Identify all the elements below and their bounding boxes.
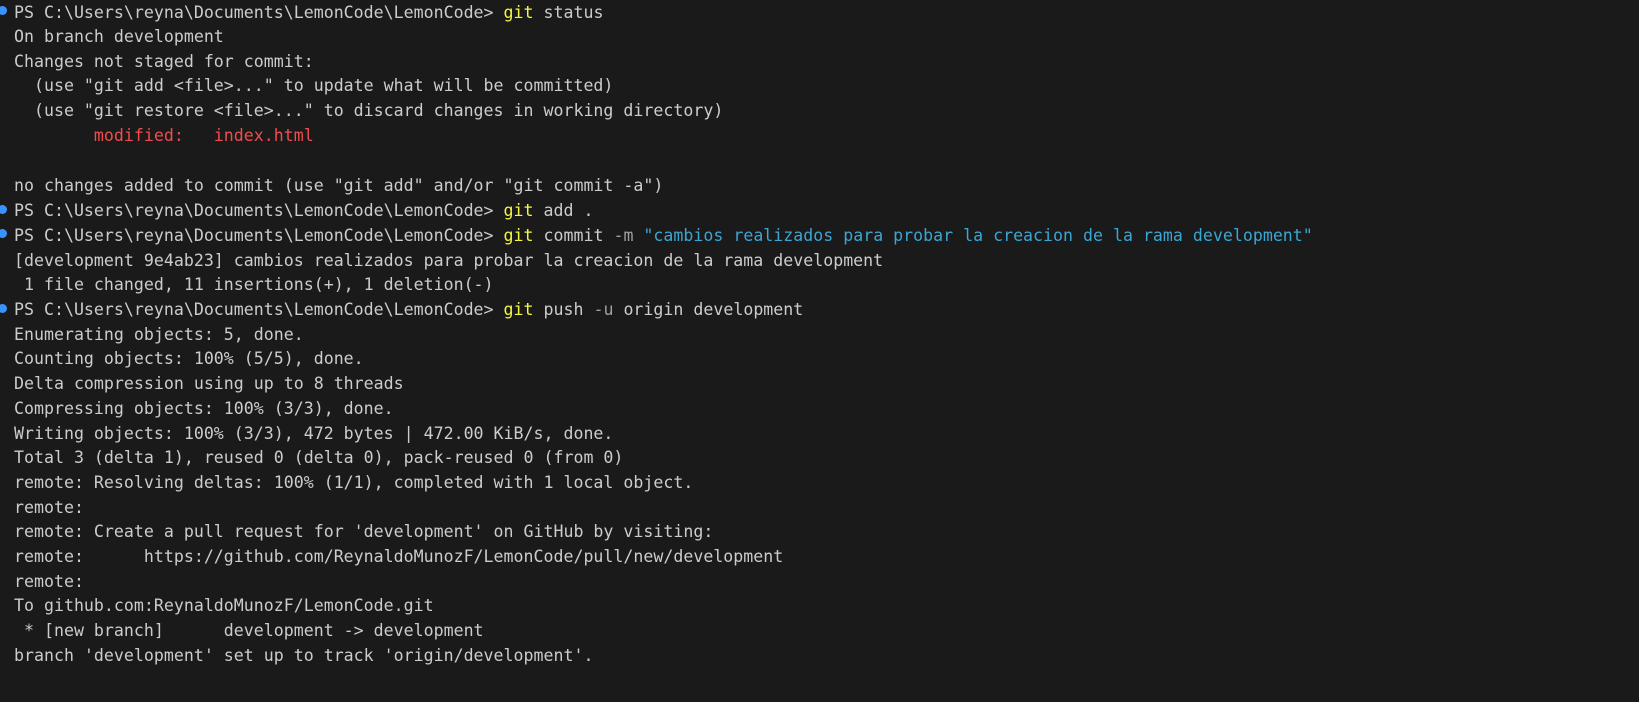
terminal-line: branch 'development' set up to track 'or…	[14, 646, 594, 665]
terminal-line: 1 file changed, 11 insertions(+), 1 dele…	[14, 275, 494, 294]
terminal-link-line[interactable]: remote: https://github.com/ReynaldoMunoz…	[14, 544, 783, 569]
terminal-line: no changes added to commit (use "git add…	[14, 176, 664, 195]
terminal-line: PS C:\Users\reyna\Documents\LemonCode\Le…	[14, 198, 593, 223]
command: git	[503, 201, 534, 220]
terminal-line: remote: Create a pull request for 'devel…	[14, 522, 714, 541]
command-args: add .	[533, 201, 594, 220]
prompt: PS C:\Users\reyna\Documents\LemonCode\Le…	[14, 226, 504, 245]
command-decoration-icon[interactable]	[0, 229, 7, 238]
prompt: PS C:\Users\reyna\Documents\LemonCode\Le…	[14, 3, 504, 22]
terminal-line: remote:	[14, 572, 84, 591]
command-args: origin development	[613, 300, 804, 319]
terminal-line: Changes not staged for commit:	[14, 52, 314, 71]
command: git	[503, 300, 534, 319]
prompt: PS C:\Users\reyna\Documents\LemonCode\Le…	[14, 300, 504, 319]
terminal-line: Delta compression using up to 8 threads	[14, 374, 404, 393]
terminal-line: To github.com:ReynaldoMunozF/LemonCode.g…	[14, 596, 434, 615]
command-flag: -m	[613, 226, 634, 245]
terminal-line: * [new branch] development -> developmen…	[14, 621, 484, 640]
terminal-line: (use "git add <file>..." to update what …	[14, 76, 614, 95]
command: git	[503, 226, 534, 245]
terminal-line: On branch development	[14, 27, 224, 46]
prompt: PS C:\Users\reyna\Documents\LemonCode\Le…	[14, 201, 504, 220]
terminal-line: Writing objects: 100% (3/3), 472 bytes |…	[14, 424, 614, 443]
command-decoration-icon[interactable]	[0, 304, 7, 313]
terminal-line: Enumerating objects: 5, done.	[14, 325, 304, 344]
command: git	[503, 3, 534, 22]
terminal-line: PS C:\Users\reyna\Documents\LemonCode\Le…	[14, 223, 1313, 248]
command-args: status	[533, 3, 604, 22]
terminal-line: Counting objects: 100% (5/5), done.	[14, 349, 364, 368]
terminal-line: remote: Resolving deltas: 100% (1/1), co…	[14, 473, 694, 492]
command-flag: -u	[593, 300, 614, 319]
command-args: push	[533, 300, 594, 319]
terminal-line: Compressing objects: 100% (3/3), done.	[14, 399, 394, 418]
terminal-line: PS C:\Users\reyna\Documents\LemonCode\Le…	[14, 0, 603, 25]
terminal-panel[interactable]: PS C:\Users\reyna\Documents\LemonCode\Le…	[0, 0, 1639, 702]
command-args: commit	[533, 226, 614, 245]
command-decoration-icon[interactable]	[0, 6, 7, 15]
commit-message: "cambios realizados para probar la creac…	[633, 226, 1313, 245]
terminal-line: remote:	[14, 498, 84, 517]
command-decoration-icon[interactable]	[0, 205, 7, 214]
terminal-line: Total 3 (delta 1), reused 0 (delta 0), p…	[14, 448, 624, 467]
terminal-line: (use "git restore <file>..." to discard …	[14, 101, 724, 120]
terminal-line: [development 9e4ab23] cambios realizados…	[14, 251, 884, 270]
modified-file-line: modified: index.html	[14, 126, 314, 145]
terminal-line: PS C:\Users\reyna\Documents\LemonCode\Le…	[14, 297, 803, 322]
